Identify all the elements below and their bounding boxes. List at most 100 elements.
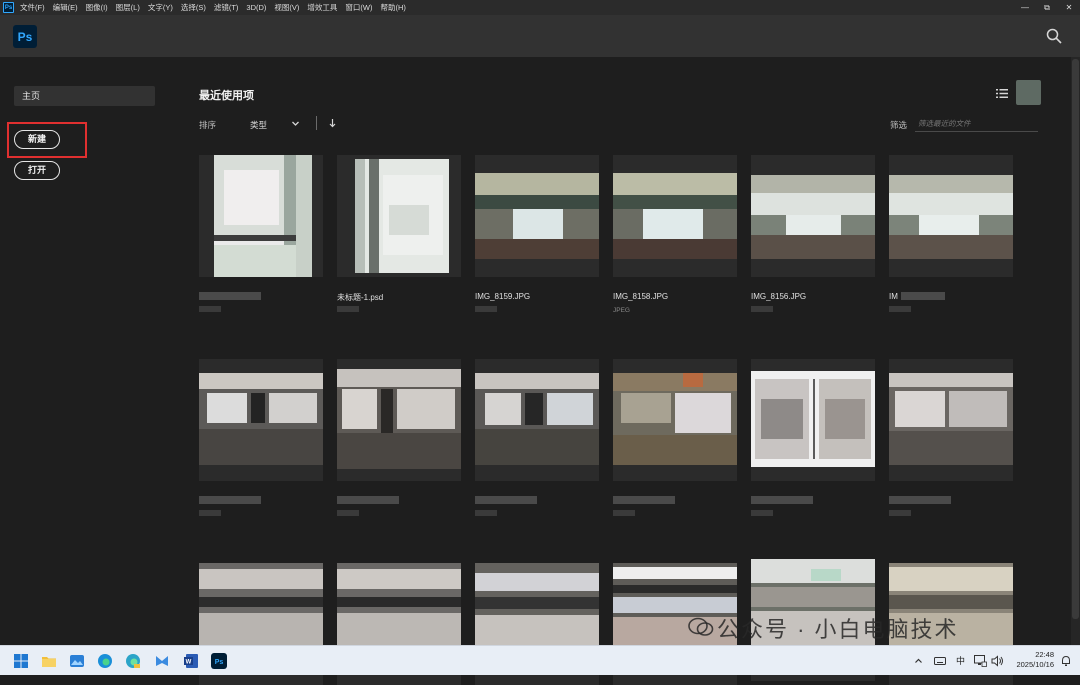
chevron-up-icon[interactable] [914,656,923,666]
open-button[interactable]: 打开 [14,161,60,180]
volume-icon[interactable] [991,655,1004,667]
sidebar: 主页 新建 打开 [0,57,170,645]
file-name: IMG_8158.JPG [613,292,669,301]
menu-type[interactable]: 文字(Y) [148,2,173,13]
file-thumbnail[interactable] [475,155,599,277]
menu-window[interactable]: 窗口(W) [345,2,372,13]
blurred-file-name [475,496,537,504]
search-icon[interactable] [1046,28,1062,44]
photos-icon[interactable] [69,653,85,669]
section-title: 最近使用项 [199,90,254,102]
filter-input[interactable] [915,116,1038,132]
menu-image[interactable]: 图像(I) [86,2,108,13]
notification-icon[interactable] [1060,655,1072,667]
photoshop-taskbar-icon[interactable]: Ps [211,653,227,669]
wechat-logo-icon [688,617,714,636]
file-name: IMG_8159.JPG [475,292,531,301]
thumbnail-image [475,373,599,465]
blurred-file-name [751,496,813,504]
blurred-file-type [337,510,359,516]
blurred-file-type [613,510,635,516]
app-icon[interactable] [154,653,170,669]
blurred-file-type [751,510,773,516]
file-name: IMG_8156.JPG [751,292,807,301]
file-thumbnail[interactable] [889,155,1013,277]
file-thumbnail[interactable] [337,359,461,481]
menu-select[interactable]: 选择(S) [181,2,206,13]
list-view-icon[interactable] [996,88,1008,99]
menu-help[interactable]: 帮助(H) [381,2,406,13]
menu-bar: Ps 文件(F) 编辑(E) 图像(I) 图层(L) 文字(Y) 选择(S) 滤… [0,0,1080,15]
system-clock[interactable]: 22:48 2025/10/16 [1016,650,1054,670]
menu-3d[interactable]: 3D(D) [246,3,266,12]
windows-start-icon[interactable] [13,653,29,669]
file-thumbnail[interactable] [751,359,875,481]
photoshop-logo[interactable]: Ps [13,25,37,48]
grid-view-icon[interactable] [1016,80,1041,105]
clock-time: 22:48 [1035,650,1054,659]
blurred-file-type [475,510,497,516]
scrollbar[interactable] [1071,57,1080,645]
sort-divider [316,116,317,130]
sort-direction-icon[interactable] [328,118,337,128]
blurred-file-type [751,306,773,312]
menu-filter[interactable]: 滤镜(T) [214,2,239,13]
file-thumbnail[interactable] [199,359,323,481]
file-name: IM [889,292,898,301]
svg-text:W: W [186,660,192,666]
blurred-file-type [337,306,359,312]
close-button[interactable]: ✕ [1058,0,1080,15]
menu-layer[interactable]: 图层(L) [116,2,140,13]
blurred-file-type [199,306,221,312]
thumbnail-image [751,175,875,259]
keyboard-icon[interactable] [934,656,946,666]
word-icon[interactable]: W [183,653,199,669]
file-thumbnail[interactable] [613,359,737,481]
app-header: Ps [0,15,1080,57]
blurred-file-name [199,496,261,504]
sidebar-item-home[interactable]: 主页 [14,86,155,106]
ime-indicator[interactable]: 中 [956,646,965,676]
menu-file[interactable]: 文件(F) [20,2,45,13]
thumbnail-image [613,373,737,465]
edge-browser-icon[interactable] [97,653,113,669]
window-controls: — ⧉ ✕ [1014,0,1080,15]
thumbnail-image [889,175,1013,259]
thumbnail-image [613,173,737,259]
file-thumbnail[interactable] [475,359,599,481]
blurred-file-name [199,292,261,300]
thumbnail-image [475,173,599,259]
blurred-file-name [337,496,399,504]
blurred-file-name [613,496,675,504]
chevron-down-icon[interactable] [291,119,300,128]
scrollbar-thumb[interactable] [1072,59,1079,619]
ps-app-icon: Ps [3,2,14,13]
edge-canary-icon[interactable] [125,653,141,669]
network-icon[interactable] [974,655,987,667]
file-thumbnail[interactable] [613,155,737,277]
file-thumbnail[interactable] [889,359,1013,481]
new-button[interactable]: 新建 [14,130,60,149]
file-thumbnail[interactable] [337,155,461,277]
blurred-file-type [199,510,221,516]
restore-button[interactable]: ⧉ [1036,0,1058,15]
thumbnail-image [214,155,312,277]
file-name: 未标题-1.psd [337,293,384,302]
sort-label: 排序 [199,120,217,130]
sort-type-dropdown[interactable]: 类型 [250,119,267,131]
minimize-button[interactable]: — [1014,0,1036,15]
blurred-file-type [889,306,911,312]
thumbnail-image [751,371,875,467]
file-thumbnail[interactable] [199,155,323,277]
blurred-file-type [889,510,911,516]
thumbnail-image [355,159,449,273]
clock-date: 2025/10/16 [1016,660,1054,669]
menu-plugins[interactable]: 增效工具 [307,2,337,13]
file-thumbnail[interactable] [751,155,875,277]
file-explorer-icon[interactable] [41,653,57,669]
thumbnail-image [337,369,461,469]
watermark-text: 公众号 · 小白电脑技术 [717,617,959,642]
thumbnail-image [889,373,1013,465]
menu-edit[interactable]: 编辑(E) [53,2,78,13]
menu-view[interactable]: 视图(V) [274,2,299,13]
